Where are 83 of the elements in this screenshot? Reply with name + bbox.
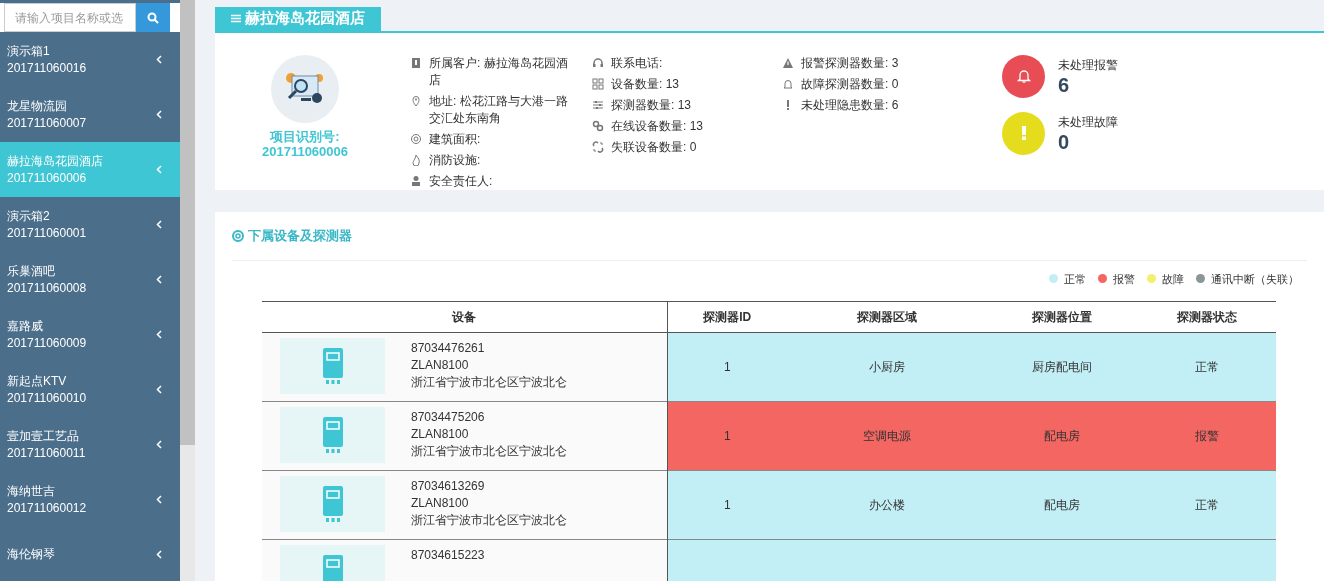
chevron-left-icon <box>156 440 162 449</box>
id-card-icon <box>410 56 422 69</box>
bell-icon <box>1015 68 1032 84</box>
info-text: 消防设施: <box>429 151 482 169</box>
chevron-left-icon <box>156 550 162 559</box>
scrollbar-thumb[interactable] <box>180 0 195 445</box>
legend-label: 正常 <box>1064 271 1086 287</box>
info-text: 地址: 松花江路与大港一路交汇处东南角 <box>429 92 569 127</box>
chevron-left-icon <box>156 495 162 504</box>
device-info: 87034475206 <box>411 409 486 426</box>
device-info: ZLAN8100 <box>411 495 470 512</box>
device-info: 浙江省宁波市北仑区宁波北仑 <box>411 512 567 529</box>
column-header: 探测器ID <box>667 301 787 333</box>
table-cell: 1 <box>723 360 731 374</box>
device-info: ZLAN8100 <box>411 426 470 443</box>
device-info: 87034615223 <box>411 547 485 564</box>
table-cell: 配电房 <box>1044 429 1080 443</box>
table-cell: 配电房 <box>1044 498 1080 512</box>
info-text: 设备数量: 13 <box>611 75 680 93</box>
exclamation-icon <box>1021 126 1026 140</box>
info-text: 所属客户: 赫拉海岛花园酒店 <box>429 54 569 89</box>
legend-label: 报警 <box>1113 271 1135 287</box>
table-cell: 1 <box>723 429 731 443</box>
info-text: 故障探测器数量: 0 <box>801 75 900 93</box>
info-text: 探测器数量: 13 <box>611 96 692 114</box>
device-info: 浙江省宁波市北仑区宁波北仑 <box>411 443 567 460</box>
search-field[interactable]: 请输入项目名称或选 <box>4 3 136 32</box>
info-text: 未处理隐患数量: 6 <box>801 96 900 114</box>
project-id-label: 项目识别号: <box>270 128 340 144</box>
table-cell: 1 <box>723 498 731 512</box>
lifebuoy-icon <box>410 132 422 145</box>
info-text: 联系电话: <box>611 54 664 72</box>
device-info: ZLAN8100 <box>411 357 470 374</box>
bell-icon <box>782 77 794 90</box>
lifebuoy-icon <box>232 229 244 242</box>
sliders-icon <box>592 98 604 111</box>
legend-label: 通讯中断（失联） <box>1211 271 1299 287</box>
grid-icon <box>592 77 604 90</box>
warning-icon <box>782 56 794 69</box>
info-text: 建筑面积: <box>429 130 482 148</box>
chevron-left-icon <box>156 220 162 229</box>
device-meter-icon <box>322 417 343 453</box>
person-icon <box>410 174 422 187</box>
device-info: 浙江省宁波市北仑区宁波北仑 <box>411 374 567 391</box>
info-text: 失联设备数量: 0 <box>611 138 698 156</box>
menu-icon <box>231 14 241 23</box>
device-meter-icon <box>322 348 343 384</box>
summary-count: 6 <box>1058 74 1071 96</box>
column-header: 探测器区域 <box>787 301 987 333</box>
column-header: 探测器位置 <box>987 301 1137 333</box>
table-cell: 小厨房 <box>869 360 905 374</box>
device-meter-icon <box>322 555 343 581</box>
column-header: 设备 <box>262 301 667 333</box>
device-info: 87034476261 <box>411 340 486 357</box>
headset-icon <box>592 56 604 69</box>
table-cell: 报警 <box>1194 429 1219 443</box>
info-text: 安全责任人: <box>429 172 494 190</box>
chevron-left-icon <box>156 55 162 64</box>
chevron-left-icon <box>156 275 162 284</box>
table-cell: 空调电源 <box>863 429 911 443</box>
section-title: 下属设备及探测器 <box>248 226 352 245</box>
table-cell: 办公楼 <box>869 498 905 512</box>
summary-count: 0 <box>1058 131 1071 153</box>
chevron-left-icon <box>156 385 162 394</box>
summary-label: 未处理故障 <box>1058 114 1118 131</box>
table-cell: 正常 <box>1194 498 1219 512</box>
summary-label: 未处理报警 <box>1058 57 1118 74</box>
map-pin-icon <box>410 94 422 107</box>
table-cell: 厨房配电间 <box>1032 360 1092 374</box>
chevron-left-icon <box>156 110 162 119</box>
device-meter-icon <box>322 486 343 522</box>
info-text: 报警探测器数量: 3 <box>801 54 900 72</box>
link-icon <box>592 119 604 132</box>
device-info: 87034613269 <box>411 478 486 495</box>
info-text: 在线设备数量: 13 <box>611 117 704 135</box>
table-cell: 正常 <box>1194 360 1219 374</box>
search-button[interactable] <box>136 3 170 32</box>
legend-label: 故障 <box>1162 271 1184 287</box>
chevron-left-icon <box>156 165 162 174</box>
search-icon <box>147 11 159 24</box>
chevron-left-icon <box>156 330 162 339</box>
column-header: 探测器状态 <box>1137 301 1276 333</box>
project-id: 201711060006 <box>261 143 348 159</box>
